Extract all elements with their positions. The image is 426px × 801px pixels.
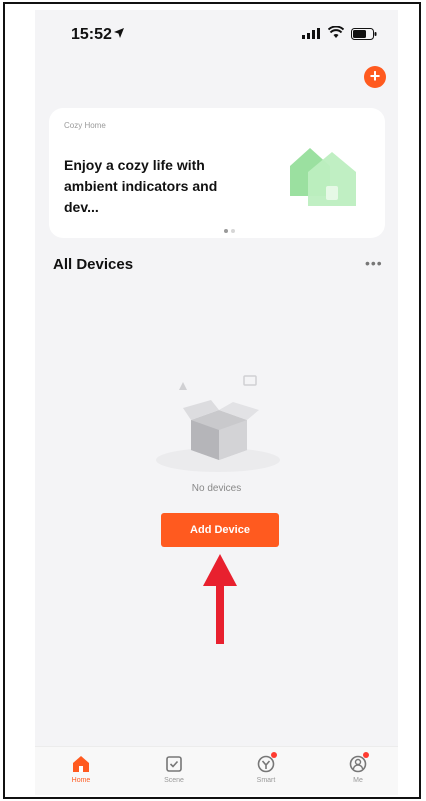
me-badge-dot bbox=[363, 752, 369, 758]
tab-me-label: Me bbox=[353, 777, 363, 784]
cellular-signal-icon bbox=[302, 28, 320, 39]
no-devices-text: No devices bbox=[191, 483, 242, 494]
tab-smart-label: Smart bbox=[256, 777, 276, 784]
banner-text: Enjoy a cozy life with ambient indicator… bbox=[64, 157, 218, 215]
carousel-dots bbox=[224, 220, 238, 238]
all-devices-title: All Devices bbox=[53, 256, 134, 273]
smart-badge-dot bbox=[271, 752, 277, 758]
carousel-dot-active bbox=[224, 229, 228, 233]
green-house-illustration bbox=[290, 148, 356, 206]
tab-me[interactable]: Me bbox=[328, 752, 388, 784]
bottom-tab-bar: Home Scene Smart Me bbox=[35, 746, 398, 795]
add-button[interactable]: + bbox=[364, 66, 386, 88]
wifi-icon bbox=[328, 26, 344, 38]
status-bar: 15:52 bbox=[35, 10, 398, 58]
more-options-icon[interactable]: ••• bbox=[365, 256, 383, 270]
banner-tag: Cozy Home bbox=[64, 121, 106, 130]
tab-home-label: Home bbox=[71, 777, 91, 784]
tab-scene-label: Scene bbox=[164, 777, 184, 784]
tab-scene[interactable]: Scene bbox=[144, 754, 204, 784]
battery-icon bbox=[351, 28, 377, 40]
add-device-button[interactable]: Add Device bbox=[161, 513, 279, 547]
me-icon-wrap bbox=[348, 752, 369, 774]
status-time: 15:52 bbox=[71, 26, 112, 43]
empty-box-illustration bbox=[156, 375, 280, 472]
phone-screen: 15:52 + Cozy Home Enjoy a cozy life with… bbox=[35, 10, 398, 795]
carousel-dot bbox=[231, 229, 235, 233]
screenshot-frame: 15:52 + Cozy Home Enjoy a cozy life with… bbox=[3, 2, 421, 799]
tab-smart[interactable]: Smart bbox=[236, 752, 296, 784]
home-icon bbox=[73, 756, 89, 772]
tab-home[interactable]: Home bbox=[51, 754, 111, 784]
red-arrow-annotation-icon bbox=[203, 554, 237, 644]
smart-icon-wrap bbox=[256, 752, 277, 774]
location-arrow-icon bbox=[114, 28, 124, 38]
cozy-home-banner[interactable]: Cozy Home Enjoy a cozy life with ambient… bbox=[49, 108, 385, 238]
scene-icon bbox=[166, 756, 182, 772]
